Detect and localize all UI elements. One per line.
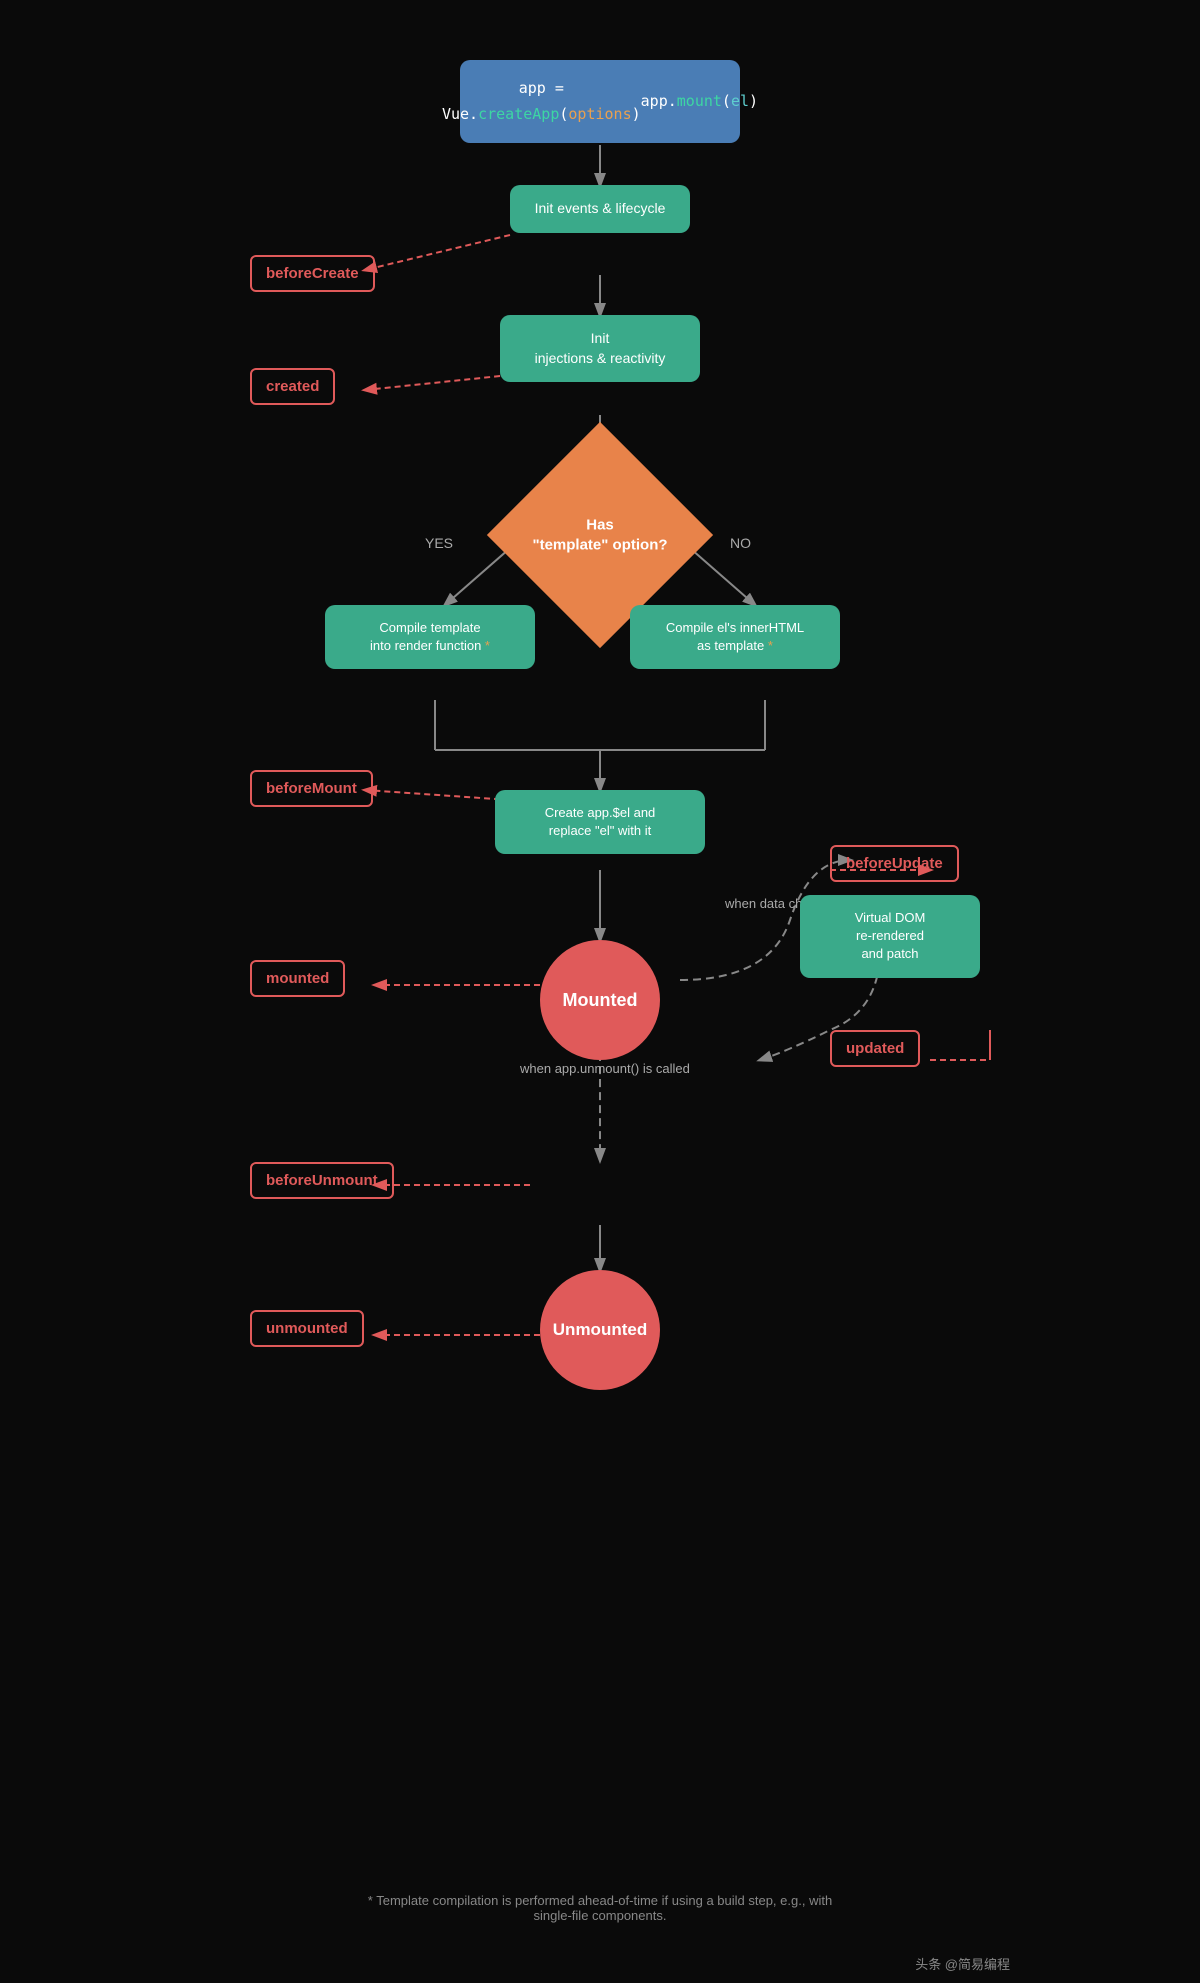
init-injections-node: Initinjections & reactivity: [500, 315, 700, 382]
footer-note: * Template compilation is performed ahea…: [350, 1893, 850, 1923]
mounted-label: mounted: [250, 960, 345, 997]
app-init-node: app = Vue.createApp(options) app.mount(e…: [460, 60, 740, 143]
yes-label: YES: [425, 535, 453, 551]
virtual-dom-node: Virtual DOMre-renderedand patch: [800, 895, 980, 978]
no-label: NO: [730, 535, 751, 551]
compile-inner-node: Compile el's innerHTMLas template *: [630, 605, 840, 669]
init-injections-text: Initinjections & reactivity: [535, 329, 666, 368]
unmounted-circle: Unmounted: [540, 1270, 660, 1390]
before-mount-label: beforeMount: [250, 770, 373, 807]
init-events-node: Init events & lifecycle: [510, 185, 690, 233]
mounted-circle: Mounted: [540, 940, 660, 1060]
before-unmount-label: beforeUnmount: [250, 1162, 394, 1199]
diamond-text: Has"template" option?: [530, 516, 670, 555]
compile-template-node: Compile templateinto render function *: [325, 605, 535, 669]
diagram-container: app = Vue.createApp(options) app.mount(e…: [170, 0, 1030, 1983]
before-create-label: beforeCreate: [250, 255, 375, 292]
compile-inner-text: Compile el's innerHTMLas template *: [666, 619, 804, 655]
unmounted-label: unmounted: [250, 1310, 364, 1347]
before-update-label: beforeUpdate: [830, 845, 959, 882]
virtual-dom-text: Virtual DOMre-renderedand patch: [855, 909, 926, 964]
watermark: 头条 @简易编程: [915, 1954, 1010, 1973]
create-app-el-text: Create app.$el andreplace "el" with it: [545, 804, 656, 840]
init-events-text: Init events & lifecycle: [535, 199, 666, 219]
updated-label: updated: [830, 1030, 920, 1067]
has-template-diamond: Has"template" option?: [520, 455, 680, 615]
create-app-el-node: Create app.$el andreplace "el" with it: [495, 790, 705, 854]
compile-template-text: Compile templateinto render function *: [370, 619, 490, 655]
created-label: created: [250, 368, 335, 405]
when-unmount-text: when app.unmount() is called: [520, 1060, 690, 1078]
